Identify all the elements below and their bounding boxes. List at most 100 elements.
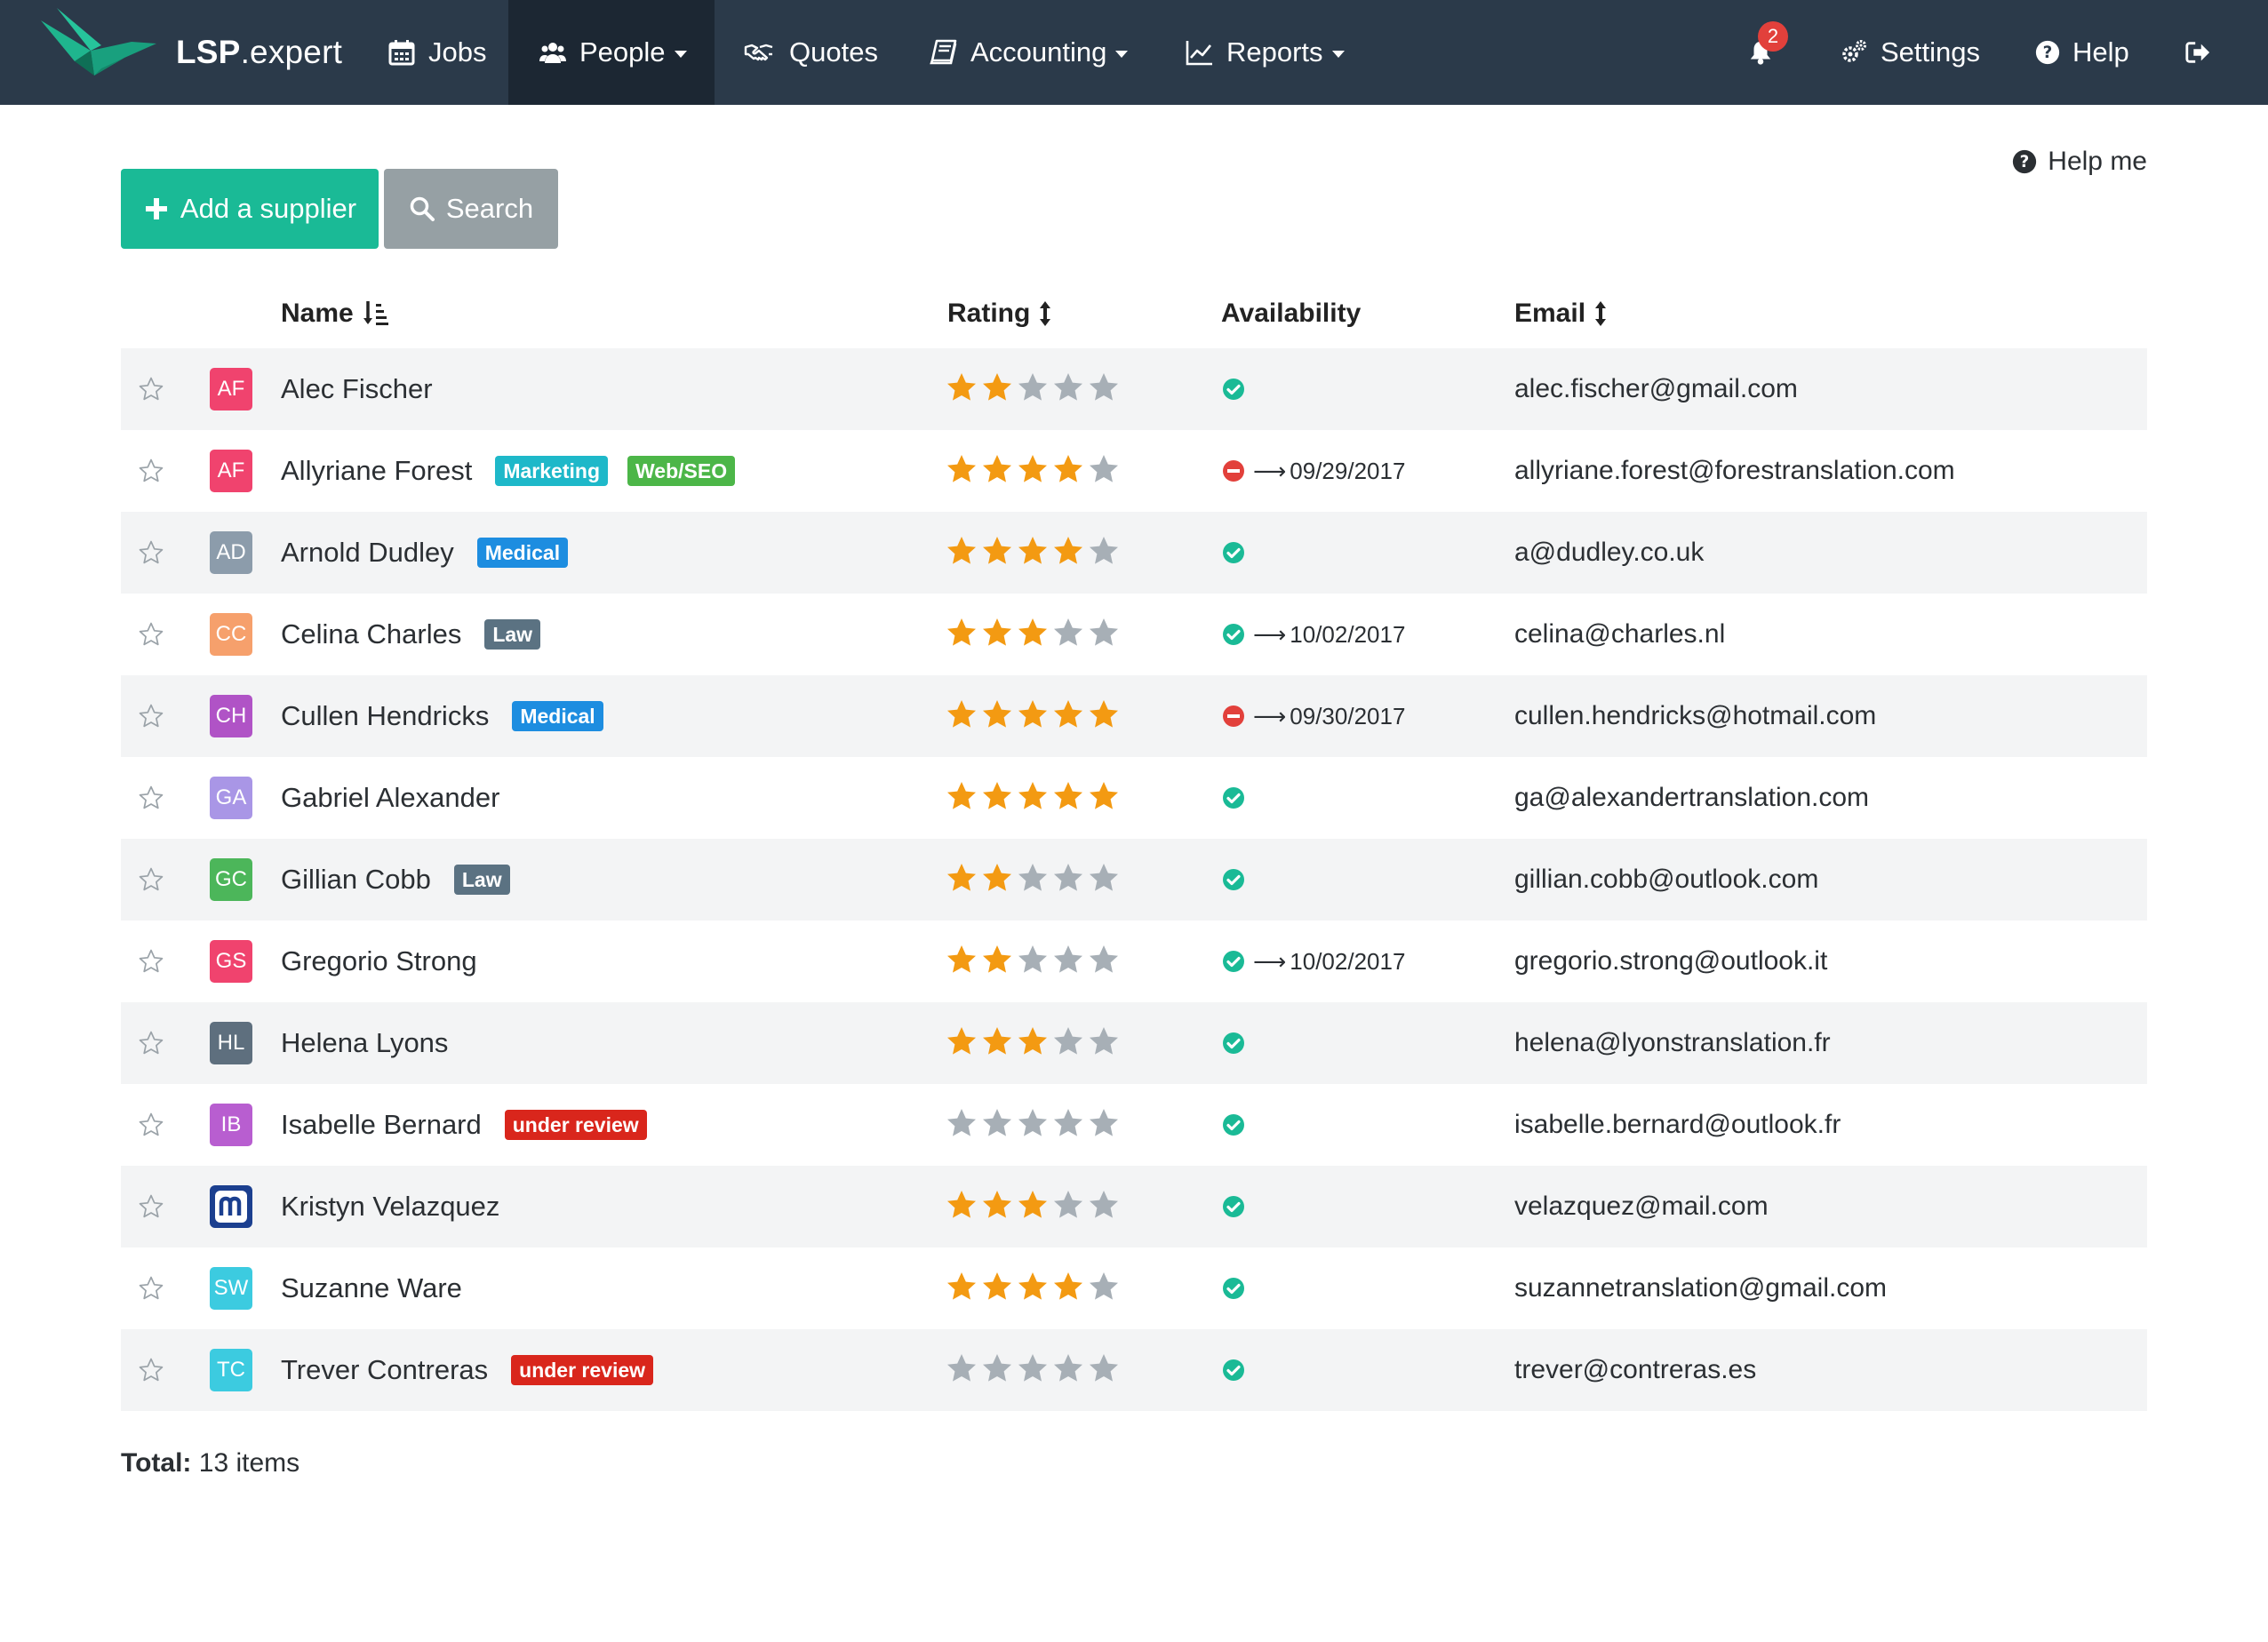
nav-help[interactable]: ? Help bbox=[2035, 0, 2129, 105]
avatar: TC bbox=[210, 1349, 252, 1391]
table-row[interactable]: Kristyn Velazquez velazquez@mail.com bbox=[121, 1166, 2147, 1247]
supplier-name-link[interactable]: Gillian Cobb bbox=[281, 864, 431, 896]
column-email[interactable]: Email bbox=[1514, 299, 1607, 329]
supplier-email[interactable]: ga@alexandertranslation.com bbox=[1514, 783, 1869, 813]
favorite-toggle[interactable] bbox=[133, 1329, 169, 1411]
star-filled-icon bbox=[983, 1190, 1011, 1218]
star-rating[interactable] bbox=[946, 617, 1123, 653]
star-filled-icon bbox=[1018, 536, 1047, 564]
favorite-toggle[interactable] bbox=[133, 1166, 169, 1247]
star-filled-icon bbox=[947, 1190, 976, 1218]
table-row[interactable]: TC Trever Contreras under review trever@con… bbox=[121, 1329, 2147, 1411]
favorite-toggle[interactable] bbox=[133, 839, 169, 921]
star-rating[interactable] bbox=[946, 698, 1123, 735]
supplier-email[interactable]: velazquez@mail.com bbox=[1514, 1192, 1769, 1222]
table-row[interactable]: AD Arnold Dudley Medical a@dudley.co.uk bbox=[121, 512, 2147, 594]
table-row[interactable]: CH Cullen Hendricks Medical ⟶ 09/30/2017 cull… bbox=[121, 675, 2147, 757]
supplier-name-link[interactable]: Gregorio Strong bbox=[281, 945, 477, 977]
column-name[interactable]: Name bbox=[281, 299, 389, 329]
favorite-toggle[interactable] bbox=[133, 430, 169, 512]
table-row[interactable]: AF Allyriane Forest Marketing Web/SEO ⟶ 09/29… bbox=[121, 430, 2147, 512]
nav-quotes-label: Quotes bbox=[789, 36, 878, 68]
supplier-name-link[interactable]: Celina Charles bbox=[281, 618, 461, 650]
favorite-toggle[interactable] bbox=[133, 1002, 169, 1084]
column-availability[interactable]: Availability bbox=[1221, 299, 1361, 329]
favorite-toggle[interactable] bbox=[133, 512, 169, 594]
star-empty-icon bbox=[1090, 1271, 1118, 1300]
supplier-name-link[interactable]: Kristyn Velazquez bbox=[281, 1191, 499, 1223]
supplier-email[interactable]: cullen.hendricks@hotmail.com bbox=[1514, 701, 1876, 731]
brand[interactable]: LSP.expert bbox=[39, 5, 342, 100]
supplier-name-link[interactable]: Suzanne Ware bbox=[281, 1272, 462, 1304]
favorite-toggle[interactable] bbox=[133, 348, 169, 430]
table-row[interactable]: HL Helena Lyons helena@lyonstranslation.fr bbox=[121, 1002, 2147, 1084]
supplier-name-link[interactable]: Trever Contreras bbox=[281, 1354, 488, 1386]
nav-settings[interactable]: Settings bbox=[1840, 0, 1980, 105]
favorite-toggle[interactable] bbox=[133, 594, 169, 675]
star-empty-icon bbox=[1018, 863, 1047, 891]
table-row[interactable]: AF Alec Fischer alec.fischer@gmail.com bbox=[121, 348, 2147, 430]
table-row[interactable]: CC Celina Charles Law ⟶ 10/02/2017 celina@cha… bbox=[121, 594, 2147, 675]
star-rating[interactable] bbox=[946, 1352, 1123, 1389]
supplier-name-link[interactable]: Isabelle Bernard bbox=[281, 1109, 482, 1141]
star-rating[interactable] bbox=[946, 944, 1123, 980]
table-row[interactable]: GS Gregorio Strong ⟶ 10/02/2017 gregorio.str… bbox=[121, 921, 2147, 1002]
favorite-toggle[interactable] bbox=[133, 675, 169, 757]
search-label: Search bbox=[445, 193, 534, 224]
supplier-name-link[interactable]: Helena Lyons bbox=[281, 1027, 448, 1059]
star-empty-icon bbox=[1054, 1190, 1082, 1218]
check-circle-icon bbox=[1223, 1032, 1244, 1054]
star-rating[interactable] bbox=[946, 862, 1123, 898]
supplier-name-link[interactable]: Alec Fischer bbox=[281, 373, 433, 405]
supplier-email[interactable]: helena@lyonstranslation.fr bbox=[1514, 1028, 1831, 1058]
star-filled-icon bbox=[1054, 699, 1082, 728]
search-button[interactable]: Search bbox=[384, 169, 558, 249]
avatar: CH bbox=[210, 695, 252, 737]
star-rating[interactable] bbox=[946, 1271, 1123, 1307]
nav-jobs[interactable]: Jobs bbox=[387, 0, 486, 105]
nav-quotes[interactable]: Quotes bbox=[741, 0, 878, 105]
star-rating[interactable] bbox=[946, 780, 1123, 817]
star-rating[interactable] bbox=[946, 535, 1123, 571]
supplier-email[interactable]: isabelle.bernard@outlook.fr bbox=[1514, 1110, 1841, 1140]
favorite-toggle[interactable] bbox=[133, 921, 169, 1002]
nav-accounting[interactable]: Accounting bbox=[930, 0, 1129, 105]
supplier-email[interactable]: suzannetranslation@gmail.com bbox=[1514, 1273, 1887, 1303]
hummingbird-logo-icon bbox=[41, 8, 156, 95]
supplier-name-link[interactable]: Gabriel Alexander bbox=[281, 782, 499, 814]
logout-button[interactable] bbox=[2184, 0, 2224, 105]
avatar: GC bbox=[210, 858, 252, 901]
supplier-email[interactable]: gillian.cobb@outlook.com bbox=[1514, 865, 1818, 895]
supplier-name-link[interactable]: Allyriane Forest bbox=[281, 455, 472, 487]
table-row[interactable]: GA Gabriel Alexander ga@alexandertranslati… bbox=[121, 757, 2147, 839]
star-rating[interactable] bbox=[946, 1189, 1123, 1225]
supplier-email[interactable]: trever@contreras.es bbox=[1514, 1355, 1756, 1385]
avatar-initials: SW bbox=[213, 1276, 249, 1300]
star-empty-icon bbox=[1090, 618, 1118, 646]
column-rating[interactable]: Rating bbox=[947, 299, 1051, 329]
star-rating[interactable] bbox=[946, 1025, 1123, 1062]
favorite-toggle[interactable] bbox=[133, 1247, 169, 1329]
favorite-toggle[interactable] bbox=[133, 1084, 169, 1166]
add-supplier-button[interactable]: Add a supplier bbox=[121, 169, 379, 249]
nav-reports[interactable]: Reports bbox=[1186, 0, 1345, 105]
supplier-email[interactable]: alec.fischer@gmail.com bbox=[1514, 374, 1798, 404]
supplier-name-link[interactable]: Cullen Hendricks bbox=[281, 700, 489, 732]
star-rating[interactable] bbox=[946, 371, 1123, 408]
star-empty-icon bbox=[1054, 1108, 1082, 1136]
nav-notifications[interactable] bbox=[1747, 0, 1774, 105]
nav-people[interactable]: People bbox=[508, 0, 715, 105]
table-row[interactable]: IB Isabelle Bernard under review isabelle.b… bbox=[121, 1084, 2147, 1166]
table-row[interactable]: GC Gillian Cobb Law gillian.cobb@outlook.co… bbox=[121, 839, 2147, 921]
avatar-initials: CC bbox=[215, 622, 247, 646]
supplier-email[interactable]: gregorio.strong@outlook.it bbox=[1514, 946, 1827, 976]
star-rating[interactable] bbox=[946, 1107, 1123, 1144]
help-me-link[interactable]: ? Help me bbox=[2012, 142, 2147, 181]
supplier-email[interactable]: a@dudley.co.uk bbox=[1514, 538, 1704, 568]
supplier-email[interactable]: allyriane.forest@forestranslation.com bbox=[1514, 456, 1955, 486]
supplier-name-link[interactable]: Arnold Dudley bbox=[281, 537, 454, 569]
star-rating[interactable] bbox=[946, 453, 1123, 490]
favorite-toggle[interactable] bbox=[133, 757, 169, 839]
supplier-email[interactable]: celina@charles.nl bbox=[1514, 619, 1725, 650]
table-row[interactable]: SW Suzanne Ware suzannetranslation@gmail.c… bbox=[121, 1247, 2147, 1329]
